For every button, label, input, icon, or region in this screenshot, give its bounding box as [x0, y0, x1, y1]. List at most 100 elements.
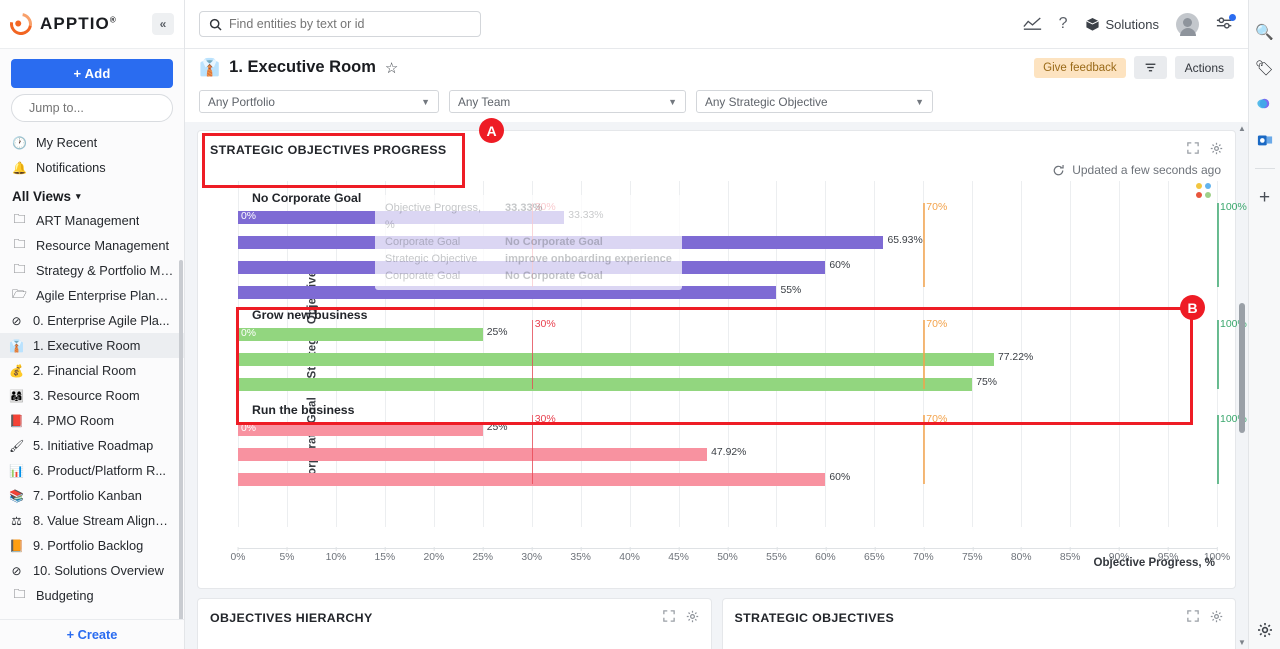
expand-icon[interactable] — [1187, 610, 1199, 626]
chart-bar[interactable] — [238, 378, 973, 391]
chart-area: Corporate Goal → Strategic Objective No … — [198, 179, 1247, 575]
chevron-down-icon: ▼ — [668, 96, 677, 107]
portfolio-filter-select[interactable]: Any Portfolio ▼ — [199, 90, 439, 113]
chart-bar-row[interactable]: 60% — [238, 260, 1217, 274]
chart-bar-row[interactable]: 60% — [238, 472, 1217, 486]
jump-to-field[interactable] — [11, 94, 190, 122]
expand-icon[interactable] — [662, 610, 675, 626]
sidebar-item-initiative-roadmap[interactable]: 🖌 5. Initiative Roadmap — [0, 433, 184, 458]
global-search-input[interactable] — [229, 17, 471, 31]
analytics-icon[interactable] — [1022, 17, 1042, 31]
chart-bar-row[interactable]: 33.33% 0% — [238, 210, 1217, 224]
top-bar-actions: ? Solutions — [1022, 12, 1236, 36]
team-filter-select[interactable]: Any Team ▼ — [449, 90, 686, 113]
tag-icon[interactable]: 🏷 — [1255, 58, 1274, 77]
chart-bar[interactable] — [238, 211, 565, 224]
add-button[interactable]: + Add — [11, 59, 173, 88]
strategic-objectives-header: STRATEGIC OBJECTIVES — [723, 599, 1236, 631]
scroll-down-icon[interactable]: ▼ — [1238, 638, 1246, 647]
chart-card-icons — [1187, 142, 1223, 158]
favorite-star-icon[interactable]: ☆ — [385, 59, 398, 77]
brand-header: APPTIO® « — [0, 0, 184, 49]
chart-bar-value-label: 77.22% — [997, 352, 1034, 363]
chart-bar-row[interactable]: 75% — [238, 377, 1217, 391]
family-icon: 👨‍👩‍👧 — [9, 388, 24, 403]
collapse-sidebar-button[interactable]: « — [152, 13, 174, 35]
chart-x-tick: 40% — [619, 547, 640, 563]
sidebar-item-product-platform[interactable]: 📊 6. Product/Platform R... — [0, 458, 184, 483]
add-app-button[interactable]: + — [1255, 187, 1274, 208]
closed-book-icon: 📕 — [9, 413, 24, 428]
chart-bar-value-label: 75% — [976, 377, 998, 388]
create-button[interactable]: + Create — [0, 619, 184, 649]
sidebar-item-notifications[interactable]: 🔔 Notifications — [0, 155, 184, 180]
sidebar-item-value-stream-alignment[interactable]: ⚖ 8. Value Stream Alignm... — [0, 508, 184, 533]
sidebar-scrollbar[interactable] — [179, 260, 183, 619]
actions-button[interactable]: Actions — [1174, 56, 1234, 79]
scroll-up-icon[interactable]: ▲ — [1238, 124, 1246, 133]
sidebar-item-financial-room[interactable]: 💰 2. Financial Room — [0, 358, 184, 383]
sidebar-folder-strategy-portfolio[interactable]: 🗀 Strategy & Portfolio Ma... — [0, 258, 184, 283]
chart-bar-row[interactable]: 47.92% — [238, 447, 1217, 461]
chart-bar[interactable] — [238, 236, 884, 249]
chart-bar[interactable] — [238, 448, 708, 461]
chart-bar-row[interactable]: 55% — [238, 285, 1217, 299]
global-search-field[interactable] — [199, 11, 481, 37]
copilot-icon[interactable] — [1255, 94, 1274, 113]
gear-icon[interactable] — [1210, 610, 1223, 626]
sidebar-item-enterprise-agile-planning[interactable]: ⊘ 0. Enterprise Agile Pla... — [0, 308, 184, 333]
page-header: 👔 1. Executive Room ☆ Give feedback Acti… — [185, 49, 1248, 86]
chart-group: Grow new business 25% 0% 77.22% 75% — [238, 308, 1217, 391]
solutions-button[interactable]: Solutions — [1085, 17, 1159, 32]
sidebar-item-pmo-room[interactable]: 📕 4. PMO Room — [0, 408, 184, 433]
chart-bar[interactable] — [238, 353, 994, 366]
search-icon — [209, 18, 222, 31]
sidebar-item-solutions-overview[interactable]: ⊘ 10. Solutions Overview — [0, 558, 184, 583]
canvas-scrollbar[interactable]: ▲ ▼ — [1238, 124, 1246, 647]
expand-icon[interactable] — [1187, 142, 1199, 158]
help-icon[interactable]: ? — [1059, 15, 1068, 33]
chart-x-tick: 25% — [472, 547, 494, 563]
chart-bar-row[interactable]: 65.93% — [238, 235, 1217, 249]
sidebar-item-portfolio-kanban[interactable]: 📚 7. Portfolio Kanban — [0, 483, 184, 508]
refresh-icon[interactable] — [1052, 164, 1065, 177]
chart-bar-row[interactable]: 77.22% — [238, 352, 1217, 366]
chart-bar[interactable] — [238, 328, 483, 341]
chart-bar-value-label: 47.92% — [711, 447, 747, 458]
chart-bar-row[interactable]: 25% 0% — [238, 327, 1217, 341]
gear-icon[interactable] — [1255, 620, 1274, 639]
rail-bottom — [1255, 620, 1274, 649]
chart-bar[interactable] — [238, 286, 777, 299]
sidebar-folder-art-management[interactable]: 🗀 ART Management — [0, 208, 184, 233]
sidebar-item-label: 0. Enterprise Agile Pla... — [33, 313, 170, 328]
chart-bar-value-label: 25% — [486, 422, 508, 433]
sidebar-item-label: 4. PMO Room — [33, 413, 115, 428]
filter-button[interactable] — [1133, 56, 1167, 79]
chart-reference-line — [531, 203, 534, 287]
avatar[interactable] — [1176, 12, 1199, 36]
scrollbar-thumb[interactable] — [1239, 303, 1245, 433]
strategic-objective-filter-select[interactable]: Any Strategic Objective ▼ — [696, 90, 933, 113]
preferences-icon[interactable] — [1216, 13, 1236, 34]
sidebar-item-my-recent[interactable]: 🕐 My Recent — [0, 130, 184, 155]
sidebar-item-portfolio-backlog[interactable]: 📙 9. Portfolio Backlog — [0, 533, 184, 558]
chart-bar-row[interactable]: 25% 0% — [238, 422, 1217, 436]
gear-icon[interactable] — [1210, 142, 1223, 158]
outlook-icon[interactable] — [1255, 130, 1274, 149]
scrollbar-track[interactable] — [1239, 133, 1245, 638]
chart-bar-value-label: 65.93% — [887, 235, 923, 246]
jump-to-input[interactable] — [29, 101, 190, 115]
chart-x-tick: 80% — [1010, 547, 1032, 563]
sidebar-item-label: 6. Product/Platform R... — [33, 463, 166, 478]
sidebar-item-resource-room[interactable]: 👨‍👩‍👧 3. Resource Room — [0, 383, 184, 408]
search-icon[interactable]: 🔍 — [1255, 22, 1274, 41]
all-views-header[interactable]: All Views ▾ — [0, 180, 184, 208]
give-feedback-button[interactable]: Give feedback — [1034, 57, 1126, 78]
sidebar-item-executive-room[interactable]: 👔 1. Executive Room — [0, 333, 184, 358]
sidebar-folder-agile-enterprise-planning[interactable]: 🗁 Agile Enterprise Planning — [0, 283, 184, 308]
chart-bar[interactable] — [238, 423, 483, 436]
sidebar-folder-resource-management[interactable]: 🗀 Resource Management — [0, 233, 184, 258]
sidebar-folder-budgeting[interactable]: 🗀 Budgeting — [0, 583, 184, 608]
gear-icon[interactable] — [686, 610, 699, 626]
chart-group-title: Grow new business — [252, 308, 368, 322]
